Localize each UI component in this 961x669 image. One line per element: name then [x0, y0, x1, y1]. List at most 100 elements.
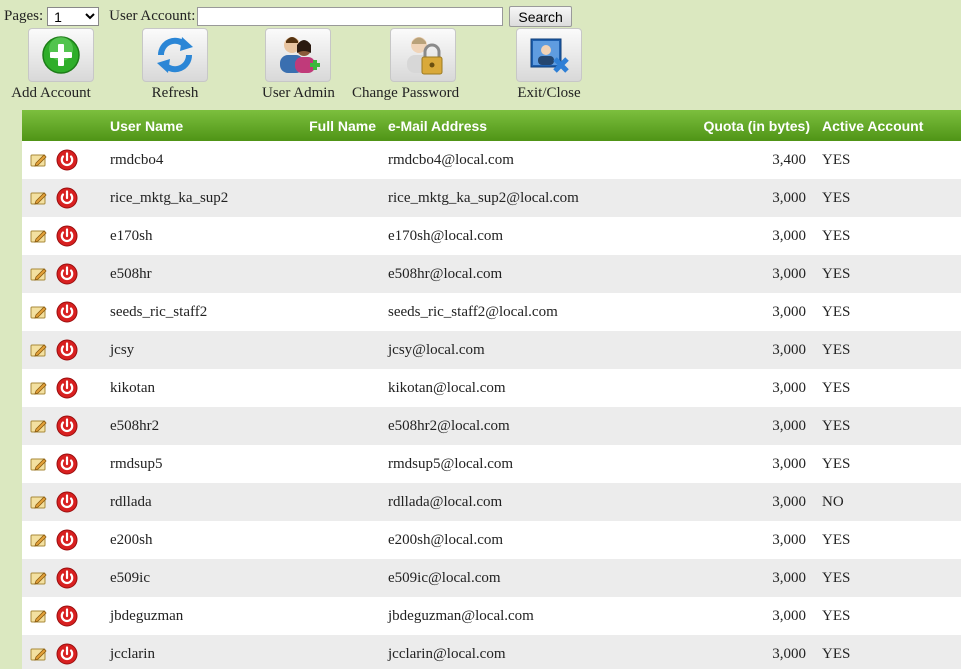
table-row[interactable]: e170sh e170sh@local.com 3,000 YES	[22, 217, 961, 255]
power-icon[interactable]	[56, 529, 78, 551]
user-account-input[interactable]	[197, 7, 504, 26]
full-name-cell	[266, 521, 382, 559]
active-account-header[interactable]: Active Account	[816, 110, 961, 141]
edit-icon[interactable]	[30, 418, 48, 434]
edit-icon[interactable]	[30, 608, 48, 624]
active-account-cell: YES	[816, 331, 961, 369]
row-actions	[22, 217, 104, 255]
full-name-cell	[266, 255, 382, 293]
table-row[interactable]: rdllada rdllada@local.com 3,000 NO	[22, 483, 961, 521]
quota-cell: 3,400	[670, 141, 816, 179]
lock-user-icon	[389, 28, 456, 82]
edit-icon[interactable]	[30, 532, 48, 548]
full-name-cell	[266, 217, 382, 255]
power-icon[interactable]	[56, 415, 78, 437]
refresh-icon	[142, 28, 208, 82]
row-actions	[22, 483, 104, 521]
edit-icon[interactable]	[30, 380, 48, 396]
quota-cell: 3,000	[670, 407, 816, 445]
edit-icon[interactable]	[30, 228, 48, 244]
quota-cell: 3,000	[670, 483, 816, 521]
user-admin-icon	[265, 28, 332, 82]
email-cell: rmdsup5@local.com	[382, 445, 670, 483]
power-icon[interactable]	[56, 491, 78, 513]
edit-icon[interactable]	[30, 190, 48, 206]
user-name-cell: e508hr	[104, 255, 266, 293]
power-icon[interactable]	[56, 605, 78, 627]
add-account-icon	[28, 28, 94, 82]
active-account-cell: YES	[816, 141, 961, 179]
edit-icon[interactable]	[30, 456, 48, 472]
pages-select[interactable]: 1	[47, 7, 100, 26]
user-name-cell: jbdeguzman	[104, 597, 266, 635]
table-row[interactable]: rmdsup5 rmdsup5@local.com 3,000 YES	[22, 445, 961, 483]
edit-icon[interactable]	[30, 152, 48, 168]
row-actions	[22, 141, 104, 179]
power-icon[interactable]	[56, 149, 78, 171]
quota-cell: 3,000	[670, 217, 816, 255]
full-name-cell	[266, 141, 382, 179]
user-name-cell: jcsy	[104, 331, 266, 369]
table-row[interactable]: seeds_ric_staff2 seeds_ric_staff2@local.c…	[22, 293, 961, 331]
email-header[interactable]: e-Mail Address	[382, 110, 670, 141]
exit-icon	[516, 28, 582, 82]
refresh-button[interactable]: Refresh	[142, 28, 208, 102]
full-name-cell	[266, 597, 382, 635]
edit-icon[interactable]	[30, 646, 48, 662]
active-account-cell: YES	[816, 597, 961, 635]
change-password-button[interactable]: Change Password	[352, 28, 459, 102]
exit-close-button[interactable]: Exit/Close	[516, 28, 582, 102]
edit-icon[interactable]	[30, 342, 48, 358]
user-account-label: User Account:	[109, 8, 196, 24]
full-name-cell	[266, 331, 382, 369]
search-button[interactable]: Search	[509, 6, 572, 27]
email-cell: kikotan@local.com	[382, 369, 670, 407]
full-name-header[interactable]: Full Name	[266, 110, 382, 141]
user-name-cell: e170sh	[104, 217, 266, 255]
power-icon[interactable]	[56, 263, 78, 285]
row-actions	[22, 179, 104, 217]
table-row[interactable]: e508hr2 e508hr2@local.com 3,000 YES	[22, 407, 961, 445]
email-cell: rmdcbo4@local.com	[382, 141, 670, 179]
quota-cell: 3,000	[670, 597, 816, 635]
user-admin-label: User Admin	[262, 85, 335, 101]
user-admin-button[interactable]: User Admin	[262, 28, 335, 102]
full-name-cell	[266, 293, 382, 331]
table-row[interactable]: jbdeguzman jbdeguzman@local.com 3,000 YES	[22, 597, 961, 635]
user-name-header[interactable]: User Name	[104, 110, 266, 141]
edit-icon[interactable]	[30, 304, 48, 320]
full-name-cell	[266, 369, 382, 407]
table-row[interactable]: jcsy jcsy@local.com 3,000 YES	[22, 331, 961, 369]
user-name-cell: e200sh	[104, 521, 266, 559]
power-icon[interactable]	[56, 187, 78, 209]
user-name-cell: rdllada	[104, 483, 266, 521]
email-cell: rdllada@local.com	[382, 483, 670, 521]
quota-cell: 3,000	[670, 521, 816, 559]
power-icon[interactable]	[56, 643, 78, 665]
power-icon[interactable]	[56, 339, 78, 361]
table-row[interactable]: e509ic e509ic@local.com 3,000 YES	[22, 559, 961, 597]
table-body: rmdcbo4 rmdcbo4@local.com 3,400 YES rice_mkt…	[22, 141, 961, 669]
add-account-button[interactable]: Add Account	[11, 28, 94, 102]
power-icon[interactable]	[56, 377, 78, 399]
power-icon[interactable]	[56, 301, 78, 323]
row-actions	[22, 445, 104, 483]
table-row[interactable]: rice_mktg_ka_sup2 rice_mktg_ka_sup2@local…	[22, 179, 961, 217]
edit-icon[interactable]	[30, 494, 48, 510]
power-icon[interactable]	[56, 567, 78, 589]
table-row[interactable]: e508hr e508hr@local.com 3,000 YES	[22, 255, 961, 293]
quota-cell: 3,000	[670, 293, 816, 331]
row-actions	[22, 331, 104, 369]
power-icon[interactable]	[56, 225, 78, 247]
table-row[interactable]: jcclarin jcclarin@local.com 3,000 YES	[22, 635, 961, 669]
table-row[interactable]: e200sh e200sh@local.com 3,000 YES	[22, 521, 961, 559]
table-row[interactable]: kikotan kikotan@local.com 3,000 YES	[22, 369, 961, 407]
power-icon[interactable]	[56, 453, 78, 475]
table-row[interactable]: rmdcbo4 rmdcbo4@local.com 3,400 YES	[22, 141, 961, 179]
quota-header[interactable]: Quota (in bytes)	[670, 110, 816, 141]
edit-icon[interactable]	[30, 266, 48, 282]
refresh-label: Refresh	[151, 85, 199, 101]
edit-icon[interactable]	[30, 570, 48, 586]
exit-close-label: Exit/Close	[517, 85, 581, 101]
quota-cell: 3,000	[670, 445, 816, 483]
